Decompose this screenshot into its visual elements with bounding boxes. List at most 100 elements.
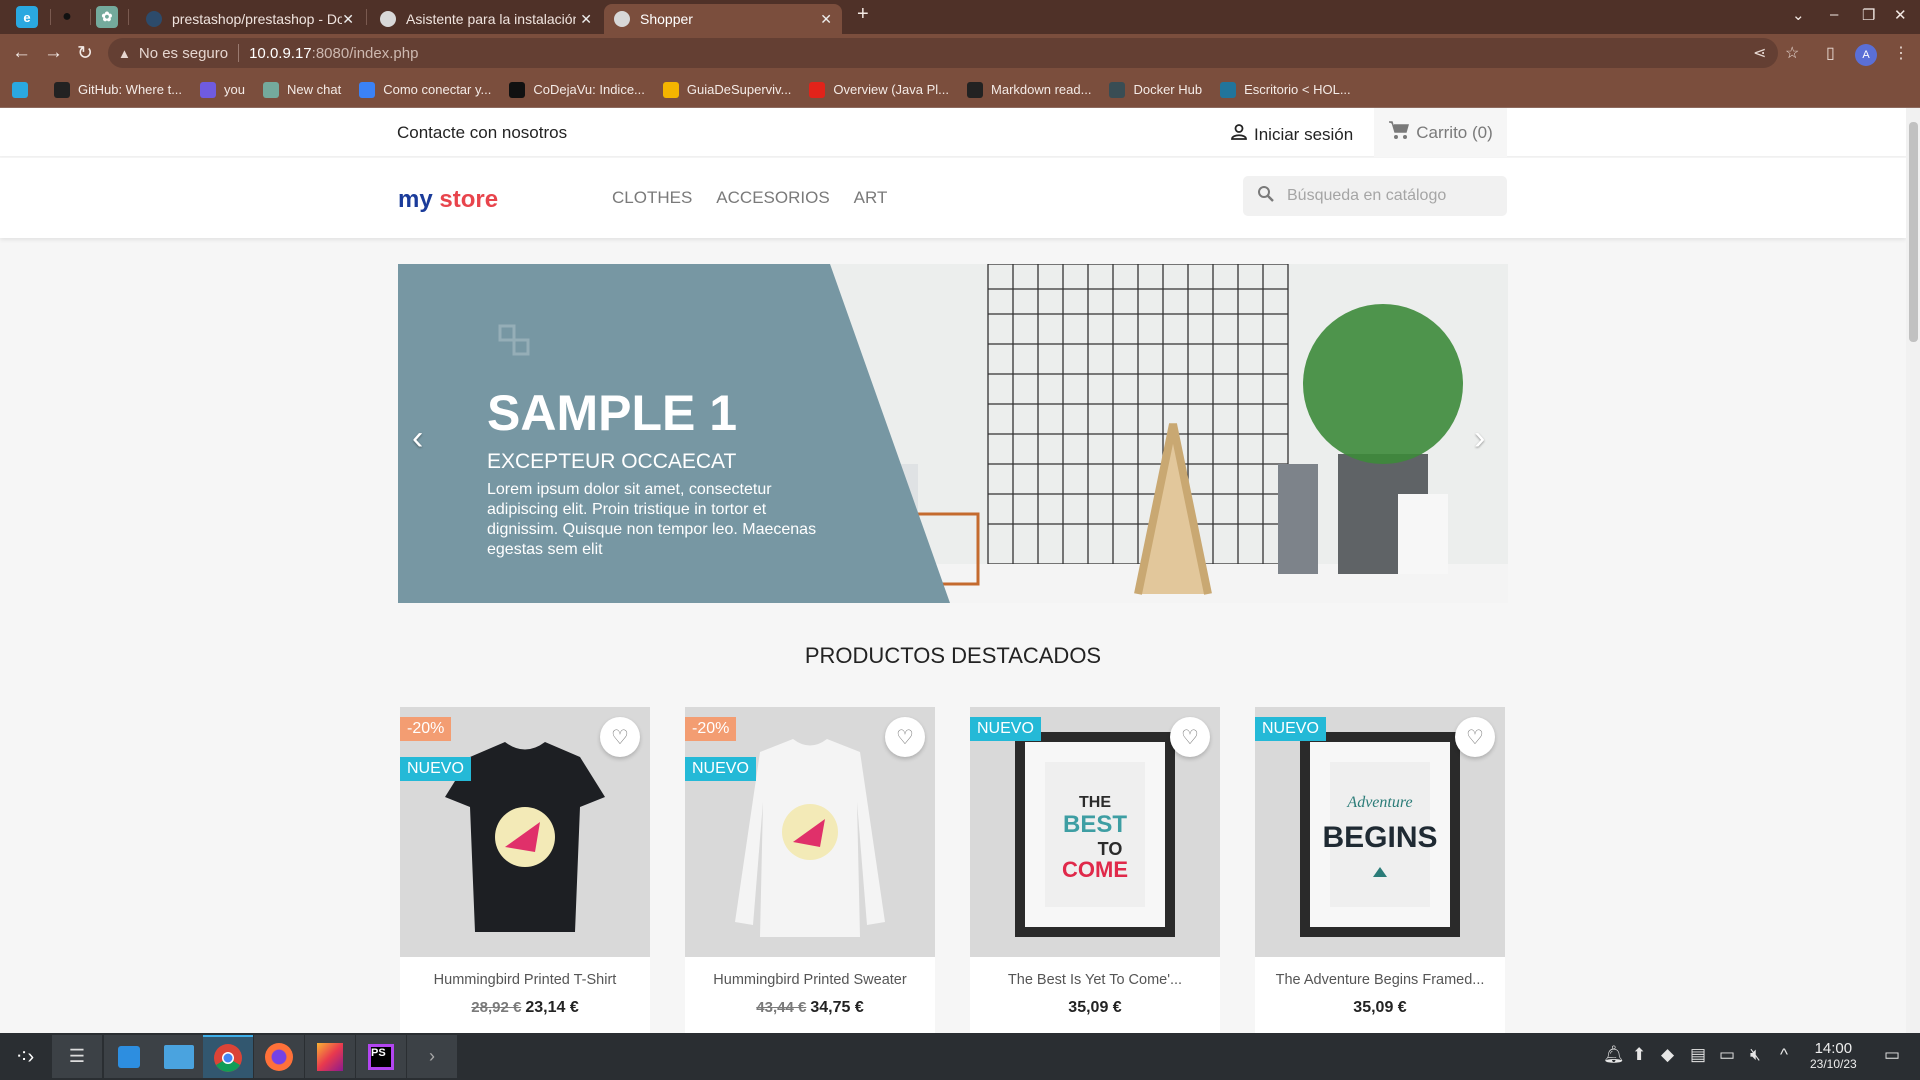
bookmark-label: GuiaDeSuperviv... [686,82,792,97]
new-tab-button[interactable]: + [857,3,869,26]
menu-item-accesorios[interactable]: ACCESORIOS [716,188,829,208]
top-nav: Contacte con nosotros Iniciar sesión Car… [0,108,1906,157]
signin-link[interactable]: Iniciar sesión [1230,123,1353,146]
bookmark-star-icon[interactable]: ☆ [1785,43,1799,63]
bookmark-item[interactable]: Como conectar y... [359,81,491,98]
contact-link[interactable]: Contacte con nosotros [397,123,567,143]
scrollbar-thumb[interactable] [1909,122,1918,342]
close-tab-icon[interactable]: ✕ [580,11,592,28]
discount-badge: -20% [685,717,737,741]
cart-button[interactable]: Carrito (0) [1374,108,1507,157]
back-button[interactable]: ← [12,42,31,64]
product-card[interactable]: Adventure BEGINS NUEVO ♡ The Adventure Begin… [1255,707,1505,1033]
close-tab-icon[interactable]: ✕ [820,11,832,28]
tray-expand-icon[interactable]: ^ [1780,1045,1788,1065]
bookmark-item[interactable]: GitHub: Where t... [54,81,182,98]
firefox-icon[interactable] [254,1035,304,1078]
wishlist-heart-icon[interactable]: ♡ [885,717,925,757]
hero-slider: SAMPLE 1 EXCEPTEUR OCCAECAT Lorem ipsum … [398,264,1508,603]
bookmark-item[interactable]: GuiaDeSuperviv... [662,81,792,98]
menu-item-clothes[interactable]: CLOTHES [612,188,692,208]
bookmark-item[interactable] [12,81,36,98]
tab-prestashop-github[interactable]: prestashop/prestashop - Do ✕ [136,4,364,34]
notifications-icon[interactable]: 🔔︎ [1603,1045,1625,1065]
pinned-tab-chatgpt-icon[interactable]: ✿ [96,6,118,28]
product-price: 35,09 € [1255,999,1505,1017]
tab-shopper[interactable]: Shopper ✕ [604,4,842,34]
close-window-button[interactable]: ✕ [1894,6,1907,24]
pinned-tab-github-icon[interactable]: ● [56,6,78,28]
product-image[interactable]: -20% NUEVO ♡ [685,707,935,957]
bookmark-label: Docker Hub [1133,82,1203,97]
bookmark-item[interactable]: New chat [263,81,341,98]
current-price: 35,09 € [1068,999,1122,1016]
product-name[interactable]: Hummingbird Printed T-Shirt [400,972,650,988]
bookmark-favicon-icon [967,81,984,98]
product-card[interactable]: -20% NUEVO ♡ Hummingbird Printed Sweater 43,… [685,707,935,1033]
updates-icon[interactable]: ⬆ [1632,1045,1646,1065]
product-name[interactable]: The Best Is Yet To Come'... [970,972,1220,988]
bookmark-item[interactable]: Overview (Java Pl... [809,81,949,98]
bookmark-item[interactable]: Markdown read... [967,81,1092,98]
menu-kebab-icon[interactable]: ⋮ [1893,43,1909,63]
side-panel-icon[interactable]: ▯ [1826,43,1835,63]
share-icon[interactable]: ⋖ [1753,43,1766,63]
file-manager-icon[interactable] [154,1035,204,1078]
phpstorm-icon[interactable]: PS [356,1035,406,1078]
terminal-icon[interactable]: › [407,1035,457,1078]
product-image[interactable]: Adventure BEGINS NUEVO ♡ [1255,707,1505,957]
bookmark-item[interactable]: you [200,81,245,98]
show-desktop-icon[interactable]: ▭ [1884,1045,1900,1065]
slider-prev-button[interactable]: ‹ [412,419,423,458]
menu-item-art[interactable]: ART [854,188,888,208]
reload-button[interactable]: ↻ [77,42,93,65]
volume-muted-icon[interactable]: 🔇︎ [1750,1045,1761,1065]
bookmark-item[interactable]: Docker Hub [1109,81,1203,98]
clock[interactable]: 14:00 23/10/23 [1810,1040,1857,1071]
pinned-tab-edge-icon[interactable]: e [16,6,38,28]
clipboard-icon[interactable]: ▤ [1690,1045,1706,1065]
browser-tab-bar: e ● ✿ prestashop/prestashop - Do ✕ Asist… [0,0,1920,34]
product-card[interactable]: THE BEST COME TO NUEVO ♡ The Best Is Yet To Co… [970,707,1220,1033]
forward-button[interactable]: → [44,42,63,64]
divider [238,44,240,62]
svg-text:Adventure: Adventure [1346,794,1412,811]
wishlist-heart-icon[interactable]: ♡ [600,717,640,757]
bookmark-favicon-icon [200,81,217,98]
profile-avatar[interactable]: A [1855,44,1877,66]
network-icon[interactable]: ▭ [1719,1045,1735,1065]
product-name[interactable]: Hummingbird Printed Sweater [685,972,935,988]
slider-next-button[interactable]: › [1474,419,1485,458]
new-badge: NUEVO [1255,717,1326,741]
new-badge: NUEVO [970,717,1041,741]
product-image[interactable]: THE BEST COME TO NUEVO ♡ [970,707,1220,957]
wishlist-heart-icon[interactable]: ♡ [1455,717,1495,757]
close-tab-icon[interactable]: ✕ [342,11,354,28]
product-name[interactable]: The Adventure Begins Framed... [1255,972,1505,988]
search-input[interactable] [1287,187,1487,205]
toolbox-tray-icon[interactable]: ◆ [1661,1045,1674,1065]
minimize-button[interactable]: – [1830,6,1838,23]
system-settings-icon[interactable]: ☰ [52,1035,102,1078]
security-label[interactable]: No es seguro [139,45,228,62]
restore-button[interactable]: ❐ [1862,6,1875,24]
page-scrollbar[interactable] [1906,108,1920,1033]
bookmark-favicon-icon [509,81,526,98]
bookmark-label: Markdown read... [991,82,1092,97]
bookmark-item[interactable]: Escritorio < HOL... [1220,81,1351,98]
url-text[interactable]: 10.0.9.17:8080/index.php [249,45,418,62]
tab-search-button[interactable]: ⌄ [1792,6,1805,24]
app-launcher-icon[interactable]: ⁖› [0,1035,50,1078]
tab-install-assistant[interactable]: Asistente para la instalación ✕ [370,4,602,34]
toolbox-icon[interactable] [305,1035,355,1078]
wishlist-heart-icon[interactable]: ♡ [1170,717,1210,757]
discover-store-icon[interactable] [104,1035,154,1078]
store-logo[interactable]: my store [398,186,498,214]
address-bar[interactable]: ▲ No es seguro 10.0.9.17:8080/index.php [108,38,1778,68]
bookmark-item[interactable]: CoDejaVu: Indice... [509,81,645,98]
svg-text:BEST: BEST [1063,811,1127,838]
svg-text:THE: THE [1079,794,1111,811]
chrome-icon[interactable] [203,1035,253,1078]
product-card[interactable]: -20% NUEVO ♡ Hummingbird Printed T-Shirt 28,… [400,707,650,1033]
product-image[interactable]: -20% NUEVO ♡ [400,707,650,957]
